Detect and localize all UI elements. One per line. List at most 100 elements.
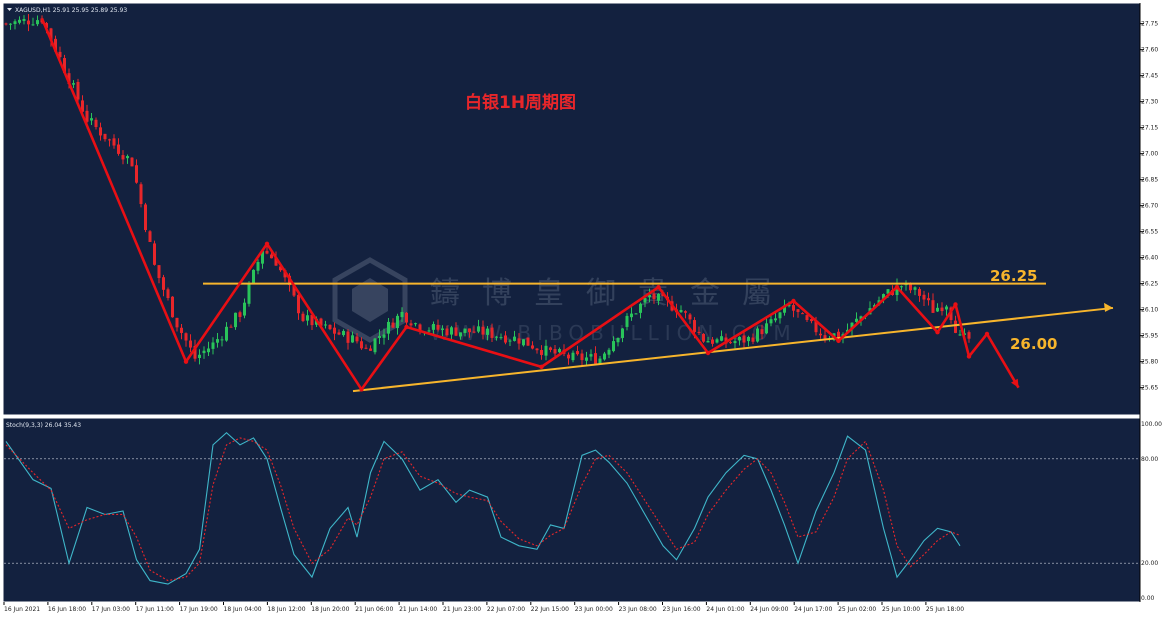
x-tick-label: 21 Jun 14:00 xyxy=(399,606,437,613)
stoch-title: Stoch(9,3,3) 26.04 35.43 xyxy=(6,422,81,429)
candle-body xyxy=(738,336,741,341)
candle-body xyxy=(702,333,705,342)
candle-body xyxy=(526,337,530,346)
candle-body xyxy=(94,119,98,128)
candle-body xyxy=(378,336,381,338)
candle-body xyxy=(13,21,17,25)
level-label-26-00: 26.00 xyxy=(1010,335,1057,353)
candle-body xyxy=(729,342,732,344)
candle-body xyxy=(112,138,116,146)
candle-body xyxy=(697,331,701,333)
zigzag-vertex xyxy=(359,387,364,392)
candle-body xyxy=(238,312,242,317)
candle-body xyxy=(531,345,534,349)
candle-body xyxy=(234,312,237,328)
candle-body xyxy=(369,348,372,351)
y-tick-label: 26.25 xyxy=(1141,281,1158,288)
candle-body xyxy=(927,298,930,301)
candle-body xyxy=(855,318,858,322)
x-tick-label: 18 Jun 20:00 xyxy=(311,606,349,613)
candle-body xyxy=(31,24,35,26)
candle-body xyxy=(967,332,971,339)
candle-body xyxy=(324,324,327,326)
candle-body xyxy=(265,250,269,254)
zigzag-vertex xyxy=(966,354,972,359)
candle-body xyxy=(477,326,480,332)
candle-body xyxy=(247,283,251,304)
candle-body xyxy=(490,327,494,338)
candle-body xyxy=(387,321,390,334)
x-tick-label: 24 Jun 01:00 xyxy=(706,606,744,613)
candle-body xyxy=(229,326,233,328)
candle-body xyxy=(823,335,827,339)
candle-body xyxy=(931,300,935,313)
candle-body xyxy=(297,294,300,314)
candle-body xyxy=(621,328,624,338)
candle-body xyxy=(652,293,656,300)
zigzag-vertex xyxy=(656,284,661,290)
x-tick-label: 23 Jun 00:00 xyxy=(575,606,613,613)
candle-body xyxy=(99,127,102,136)
candle-body xyxy=(189,340,192,348)
candle-body xyxy=(900,286,903,288)
candle-body xyxy=(72,83,75,85)
y-tick-label: 26.40 xyxy=(1141,255,1158,262)
y-tick-label: 27.15 xyxy=(1141,125,1158,132)
x-tick-label: 23 Jun 08:00 xyxy=(619,606,657,613)
candle-body xyxy=(211,342,215,349)
candle-body xyxy=(760,329,764,335)
candle-body xyxy=(243,302,246,316)
candle-body xyxy=(346,331,350,343)
candle-body xyxy=(504,335,507,343)
x-tick-label: 18 Jun 04:00 xyxy=(224,606,262,613)
candle-body xyxy=(171,296,174,318)
candle-body xyxy=(153,243,156,265)
candle-body xyxy=(765,323,768,334)
candle-body xyxy=(450,327,453,335)
candle-body xyxy=(909,283,912,291)
candle-body xyxy=(585,357,588,361)
candle-body xyxy=(22,18,26,21)
candle-body xyxy=(180,327,183,333)
zigzag-vertex xyxy=(183,359,189,364)
candle-body xyxy=(454,327,458,336)
candle-body xyxy=(517,338,521,344)
candle-body xyxy=(742,335,746,343)
candle-body xyxy=(126,156,129,159)
candle-body xyxy=(355,336,359,342)
candle-body xyxy=(216,339,219,343)
chart-canvas[interactable]: 鑄博皇御貴金屬 WWW.BIBOBULLION.COM 27.7527.6027… xyxy=(0,0,1170,618)
candle-body xyxy=(36,20,39,25)
candle-body xyxy=(333,327,336,334)
candle-body xyxy=(508,340,512,342)
candle-body xyxy=(445,328,449,336)
candle-body xyxy=(819,333,822,336)
candle-body xyxy=(364,347,368,349)
candle-body xyxy=(27,20,30,25)
x-tick-label: 16 Jun 2021 xyxy=(4,606,40,613)
candle-body xyxy=(90,118,93,121)
candle-body xyxy=(535,348,539,351)
candle-body xyxy=(733,341,737,344)
candle-body xyxy=(711,339,714,344)
candle-body xyxy=(639,303,642,313)
x-tick-label: 24 Jun 09:00 xyxy=(750,606,788,613)
candle-body xyxy=(400,311,404,318)
candle-body xyxy=(468,328,471,333)
candle-body xyxy=(139,184,143,205)
candle-body xyxy=(499,337,503,339)
x-tick-label: 21 Jun 23:00 xyxy=(443,606,481,613)
symbol-info: XAGUSD,H1 25.91 25.95 25.89 25.93 xyxy=(15,7,127,14)
y-tick-label: 27.00 xyxy=(1141,151,1158,158)
stoch-y-tick-label: 0.00 xyxy=(1141,595,1155,602)
candle-body xyxy=(540,349,543,355)
candle-body xyxy=(603,353,606,360)
candle-body xyxy=(747,336,750,342)
candle-body xyxy=(144,204,147,231)
candle-body xyxy=(121,155,125,160)
zigzag-vertex xyxy=(264,241,270,246)
candle-body xyxy=(801,313,804,315)
zigzag-vertex xyxy=(791,298,796,304)
x-tick-label: 17 Jun 19:00 xyxy=(180,606,218,613)
y-tick-label: 25.65 xyxy=(1141,385,1158,392)
